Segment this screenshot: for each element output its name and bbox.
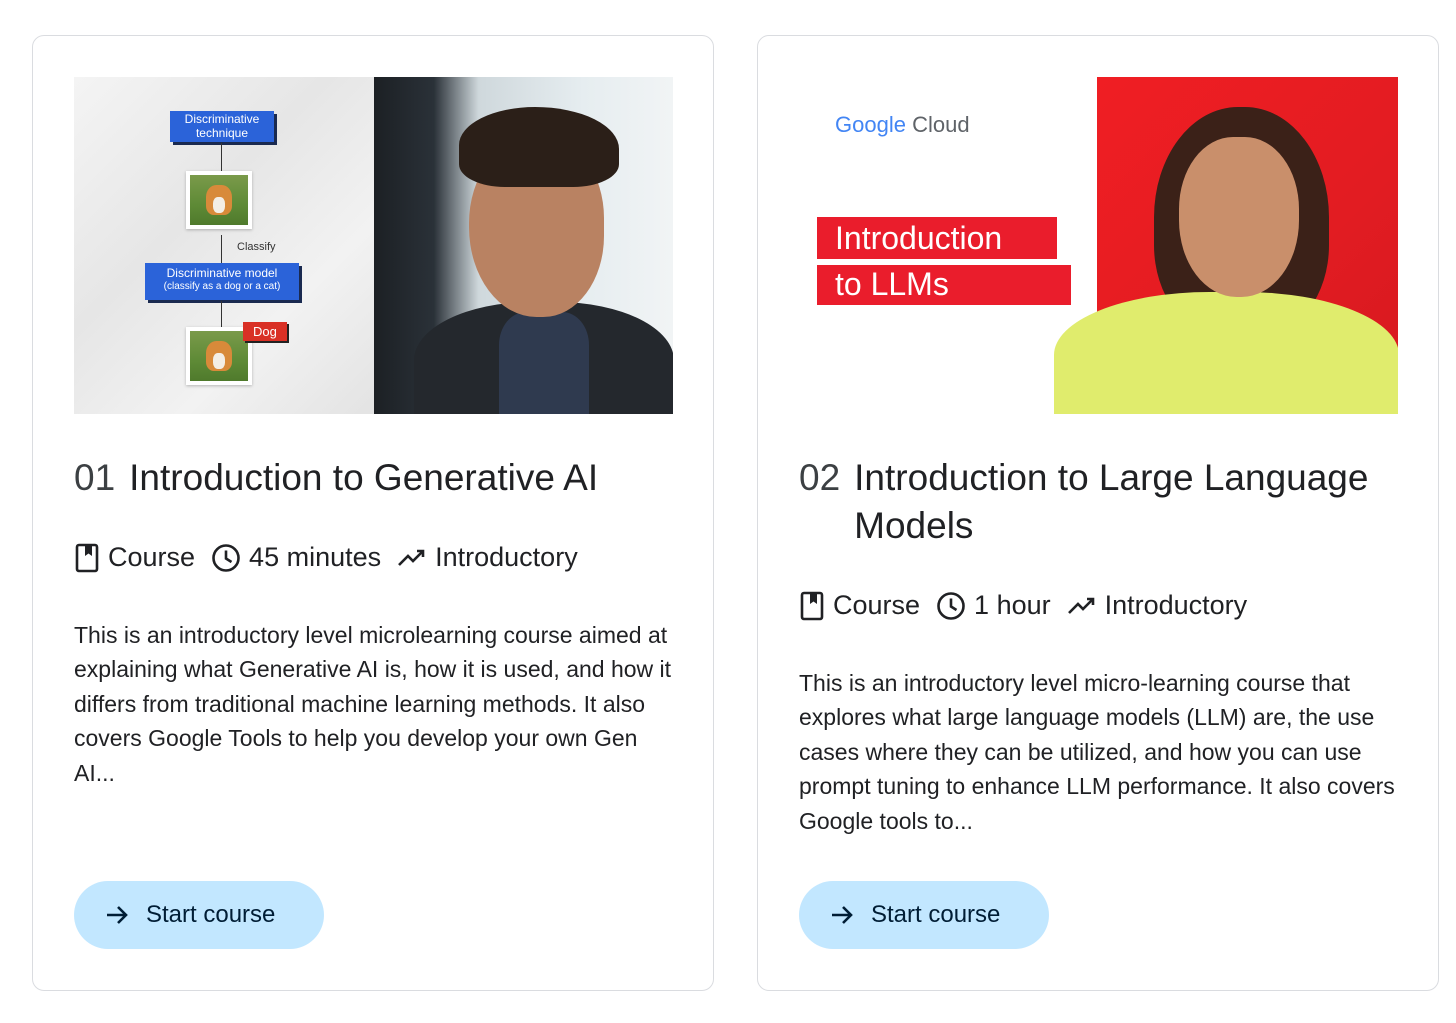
diagram-label-classify: Classify [237, 241, 276, 253]
google-cloud-logo: Google Cloud [835, 112, 970, 137]
trending-icon [1067, 597, 1094, 614]
course-title-text: Introduction to Large Language Models [854, 457, 1369, 546]
presenter-hair [459, 107, 619, 187]
course-title-text: Introduction to Generative AI [129, 457, 599, 498]
clock-icon [212, 543, 240, 572]
presenter-face [1179, 137, 1299, 297]
course-type: Course [108, 542, 196, 572]
diagram-tag-dog: Dog [243, 322, 287, 341]
course-thumbnail[interactable]: Discriminative technique Classify Discri… [74, 77, 673, 414]
start-course-label: Start course [146, 901, 276, 928]
presenter-body [1054, 292, 1398, 414]
course-duration: 45 minutes [249, 542, 382, 572]
diagram-box-model: Discriminative model (classify as a dog … [145, 263, 299, 300]
presenter-shirt [499, 312, 589, 414]
course-number: 01 [74, 457, 116, 498]
course-level: Introductory [435, 542, 578, 572]
start-course-label: Start course [871, 901, 1001, 928]
bookmark-icon [75, 543, 99, 572]
diagram-box-technique: Discriminative technique [170, 111, 274, 142]
diagram-arrow [221, 143, 222, 173]
course-title[interactable]: 02 Introduction to Large Language Models [799, 454, 1399, 550]
course-card[interactable]: Discriminative technique Classify Discri… [32, 35, 714, 991]
dog-photo [186, 171, 252, 229]
start-course-button[interactable]: Start course [799, 881, 1049, 949]
course-title[interactable]: 01 Introduction to Generative AI [74, 454, 674, 502]
course-meta: Course 45 minutes Introductory [74, 542, 584, 573]
course-meta: Course 1 hour Introductory [799, 590, 1253, 621]
title-band-2: to LLMs [817, 265, 1071, 305]
start-course-button[interactable]: Start course [74, 881, 324, 949]
course-type: Course [833, 590, 921, 620]
title-band-1: Introduction [817, 217, 1057, 259]
arrow-right-icon [832, 906, 853, 924]
course-description: This is an introductory level micro-lear… [799, 670, 1395, 834]
trending-icon [398, 549, 425, 566]
course-duration: 1 hour [974, 590, 1051, 620]
diagram-arrow [221, 301, 222, 329]
course-number: 02 [799, 457, 841, 498]
course-level: Introductory [1104, 590, 1248, 620]
diagram-arrow [221, 235, 222, 263]
clock-icon [937, 591, 965, 620]
bookmark-icon [800, 591, 824, 620]
course-description: This is an introductory level microlearn… [74, 622, 672, 786]
arrow-right-icon [107, 906, 128, 924]
course-thumbnail[interactable]: Google Cloud Introduction to LLMs [799, 77, 1398, 414]
course-card[interactable]: Google Cloud Introduction to LLMs 02 Int… [757, 35, 1439, 991]
